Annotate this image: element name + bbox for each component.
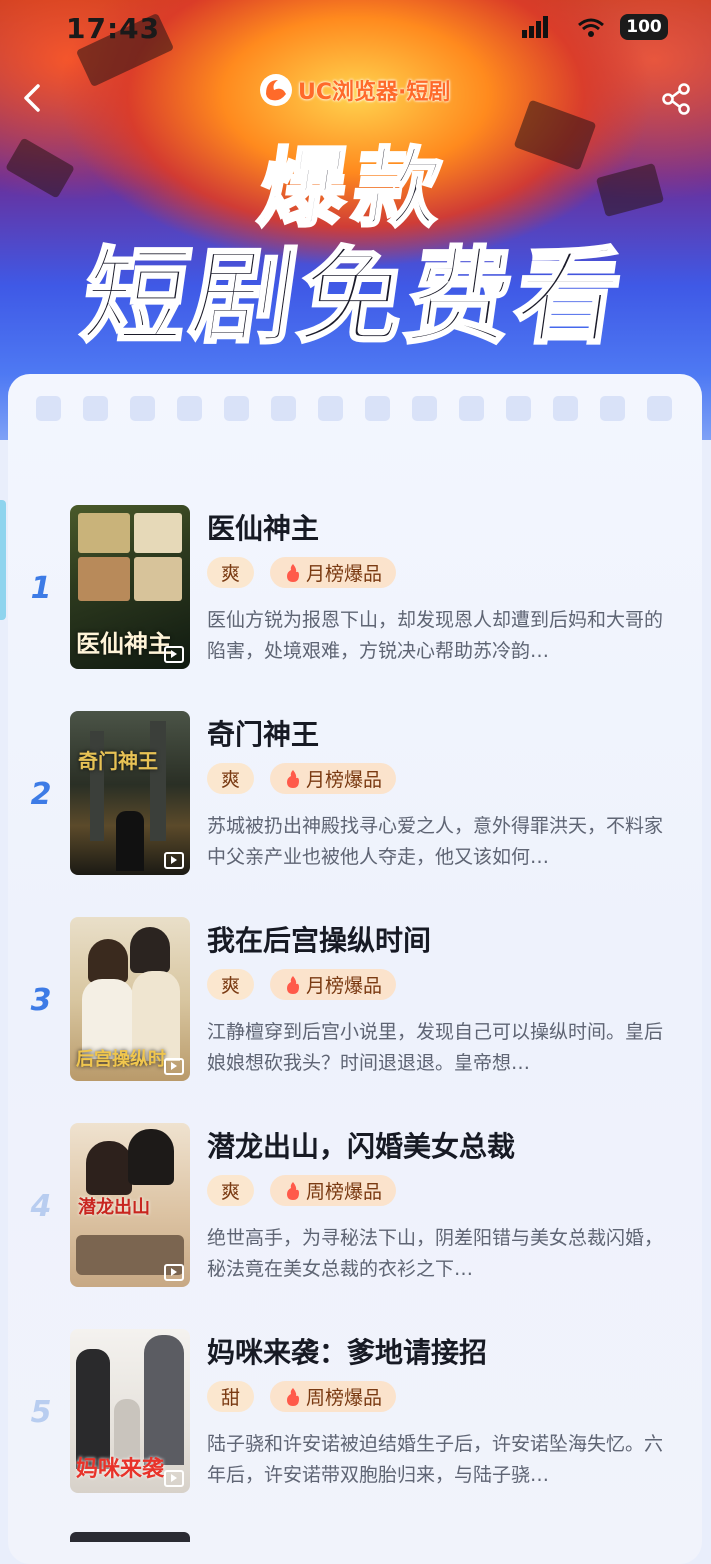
- hot-badge-label: 月榜爆品: [306, 563, 383, 585]
- drama-title[interactable]: 医仙神主: [207, 507, 319, 547]
- play-icon: [164, 646, 184, 663]
- rank-number: 1: [30, 571, 52, 606]
- rank-number: 4: [30, 1189, 52, 1224]
- drama-description: 苏城被扔出神殿找寻心爱之人，意外得罪洪天，不料家中父亲产业也被他人夺走，他又该如…: [207, 815, 664, 868]
- drama-title[interactable]: 奇门神王: [207, 713, 319, 753]
- drama-title[interactable]: 潜龙出山，闪婚美女总裁: [207, 1125, 515, 1165]
- side-tab: [0, 500, 6, 620]
- drama-cover[interactable]: 妈咪来袭: [70, 1329, 190, 1493]
- hot-badge: 周榜爆品: [270, 1175, 397, 1206]
- genre-tag: 甜: [207, 1381, 255, 1412]
- ranking-card: 1 医仙神主 医仙神主 爽 月榜爆品 医仙方锐为报恩下山，却发现恩人却遭到后妈和…: [8, 374, 702, 1564]
- uc-logo-icon: [260, 74, 292, 106]
- drama-title[interactable]: 妈咪来袭：爹地请接招: [207, 1331, 487, 1371]
- brand-logo: UC浏览器·短剧: [258, 70, 450, 110]
- cover-title: 奇门神王: [78, 749, 158, 773]
- fire-icon: [287, 1181, 300, 1200]
- list-item[interactable]: 2 奇门神王 奇门神王 爽 月榜爆品 苏城被扔出神殿找寻心爱之人，意外得罪洪天，…: [8, 711, 702, 877]
- genre-tag: 爽: [207, 969, 255, 1000]
- drama-cover[interactable]: 医仙神主: [70, 505, 190, 669]
- list-item[interactable]: 3 后宫操纵时 我在后宫操纵时间 爽 月榜爆品 江静檀穿到后宫小说里，发现自己可…: [8, 917, 702, 1083]
- fire-icon: [287, 769, 300, 788]
- chevron-left-icon[interactable]: [18, 80, 48, 116]
- hot-badge: 月榜爆品: [270, 557, 397, 588]
- drama-cover[interactable]: 奇门神王: [70, 711, 190, 875]
- hot-badge: 月榜爆品: [270, 969, 397, 1000]
- rank-number: 3: [30, 983, 52, 1018]
- cover-title: 医仙神主: [76, 630, 172, 658]
- cover-title: 妈咪来袭: [76, 1457, 165, 1482]
- genre-tag: 爽: [207, 557, 255, 588]
- drama-description: 绝世高手，为寻秘法下山，阴差阳错与美女总裁闪婚，秘法竟在美女总裁的衣衫之下…: [207, 1227, 664, 1280]
- list-item[interactable]: 4 潜龙出山 潜龙出山，闪婚美女总裁 爽 周榜爆品 绝世高手，为寻秘法下山，阴差…: [8, 1123, 702, 1289]
- hot-badge: 周榜爆品: [270, 1381, 397, 1412]
- play-icon: [164, 1264, 184, 1281]
- brand-name: UC浏览器·短剧: [298, 80, 451, 105]
- genre-tag: 爽: [207, 763, 255, 794]
- rank-number: 2: [30, 777, 52, 812]
- drama-description: 江静檀穿到后宫小说里，发现自己可以操纵时间。皇后娘娘想砍我头？时间退退退。皇帝想…: [207, 1021, 664, 1074]
- share-icon[interactable]: [660, 82, 694, 116]
- tag-group: 爽 月榜爆品: [207, 557, 397, 588]
- hot-badge-label: 周榜爆品: [306, 1387, 383, 1409]
- tag-group: 爽 月榜爆品: [207, 969, 397, 1000]
- film-perforation: [36, 396, 672, 421]
- tag-group: 爽 周榜爆品: [207, 1175, 397, 1206]
- list-item[interactable]: 1 医仙神主 医仙神主 爽 月榜爆品 医仙方锐为报恩下山，却发现恩人却遭到后妈和…: [8, 505, 702, 671]
- battery-indicator: 100: [620, 14, 668, 40]
- play-icon: [164, 1470, 184, 1487]
- cover-title: 后宫操纵时: [76, 1049, 166, 1070]
- cover-title: 潜龙出山: [78, 1197, 150, 1218]
- hot-badge-label: 月榜爆品: [306, 975, 383, 997]
- status-bar: 17:43 100: [0, 0, 711, 56]
- hot-badge: 月榜爆品: [270, 763, 397, 794]
- drama-description: 医仙方锐为报恩下山，却发现恩人却遭到后妈和大哥的陷害，处境艰难，方锐决心帮助苏冷…: [207, 609, 664, 662]
- signal-icon: [522, 16, 548, 38]
- wifi-icon: [578, 18, 604, 37]
- genre-tag: 爽: [207, 1175, 255, 1206]
- fire-icon: [287, 975, 300, 994]
- headline-line2: 短剧免费看: [74, 235, 634, 360]
- next-cover-peek: [70, 1532, 190, 1542]
- play-icon: [164, 852, 184, 869]
- drama-cover[interactable]: 后宫操纵时: [70, 917, 190, 1081]
- hot-badge-label: 月榜爆品: [306, 769, 383, 791]
- drama-description: 陆子骁和许安诺被迫结婚生子后，许安诺坠海失忆。六年后，许安诺带双胞胎归来，与陆子…: [207, 1433, 664, 1486]
- fire-icon: [287, 563, 300, 582]
- fire-icon: [287, 1387, 300, 1406]
- rank-number: 5: [30, 1395, 52, 1430]
- drama-title[interactable]: 我在后宫操纵时间: [207, 919, 431, 959]
- play-icon: [164, 1058, 184, 1075]
- tag-group: 甜 周榜爆品: [207, 1381, 397, 1412]
- status-time: 17:43: [66, 12, 161, 45]
- list-item[interactable]: 5 妈咪来袭 妈咪来袭：爹地请接招 甜 周榜爆品 陆子骁和许安诺被迫结婚生子后，…: [8, 1329, 702, 1495]
- hot-badge-label: 周榜爆品: [306, 1181, 383, 1203]
- drama-cover[interactable]: 潜龙出山: [70, 1123, 190, 1287]
- tag-group: 爽 月榜爆品: [207, 763, 397, 794]
